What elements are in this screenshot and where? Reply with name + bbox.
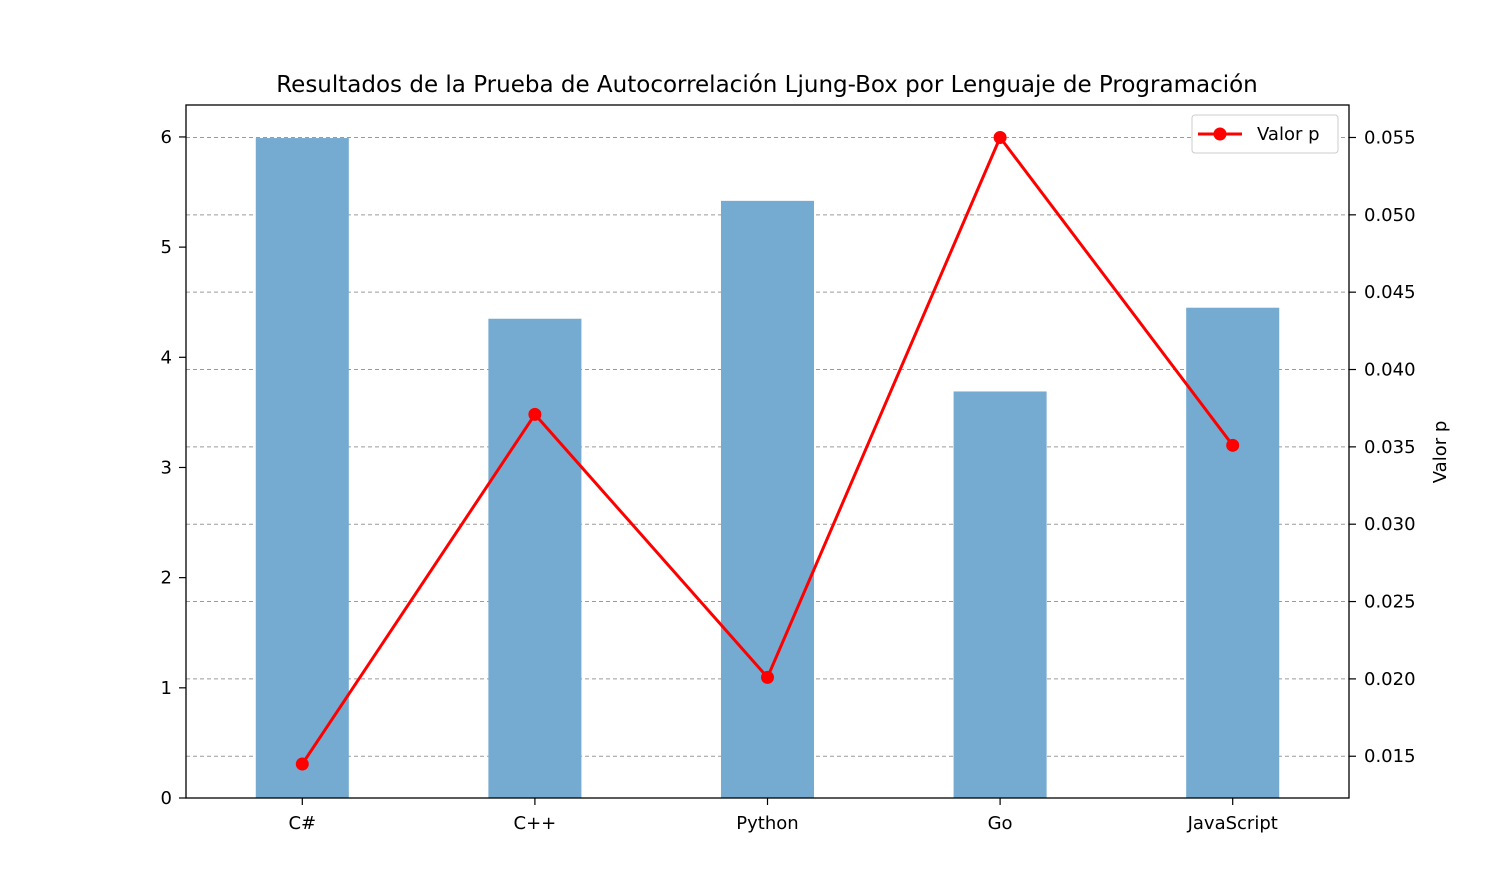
bar-javascript — [1186, 307, 1280, 798]
p-value-marker — [295, 757, 309, 771]
right-tick-label: 0.055 — [1364, 127, 1416, 148]
right-tick-label: 0.020 — [1364, 669, 1416, 690]
left-tick-label: 0 — [161, 788, 172, 809]
bar-c- — [255, 138, 349, 798]
chart: Resultados de la Prueba de Autocorrelaci… — [0, 0, 1499, 896]
p-value-marker — [761, 670, 774, 684]
p-value-marker — [528, 407, 542, 421]
x-tick-label: JavaScript — [1187, 813, 1278, 834]
bar-go — [953, 391, 1047, 798]
left-tick-label: 1 — [161, 678, 172, 699]
left-tick-label: 6 — [161, 127, 172, 148]
right-tick-label: 0.025 — [1364, 592, 1416, 613]
left-tick-label: 4 — [161, 347, 172, 368]
chart-title: Resultados de la Prueba de Autocorrelaci… — [276, 72, 1258, 98]
bar-python — [720, 200, 815, 798]
right-tick-label: 0.050 — [1364, 205, 1416, 226]
bar-c- — [488, 318, 582, 798]
right-tick-label: 0.015 — [1364, 746, 1416, 767]
left-tick-label: 2 — [161, 568, 172, 589]
legend-entry-valor-p: Valor p — [1257, 124, 1320, 145]
right-tick-label: 0.045 — [1364, 282, 1416, 303]
right-tick-label: 0.030 — [1364, 514, 1416, 535]
x-tick-label: C# — [288, 813, 316, 834]
x-tick-label: Python — [736, 813, 798, 834]
legend: Valor p — [1191, 114, 1339, 154]
left-tick-label: 5 — [161, 237, 172, 258]
right-tick-label: 0.040 — [1364, 360, 1416, 381]
x-tick-label: Go — [988, 813, 1013, 834]
left-tick-label: 3 — [161, 457, 172, 478]
p-value-marker — [993, 130, 1007, 144]
right-tick-label: 0.035 — [1364, 437, 1416, 458]
p-value-marker — [1226, 438, 1240, 452]
legend-marker-swatch — [1213, 127, 1227, 141]
x-tick-label: C++ — [514, 813, 557, 834]
right-axis-label: Valor p — [1430, 421, 1451, 484]
